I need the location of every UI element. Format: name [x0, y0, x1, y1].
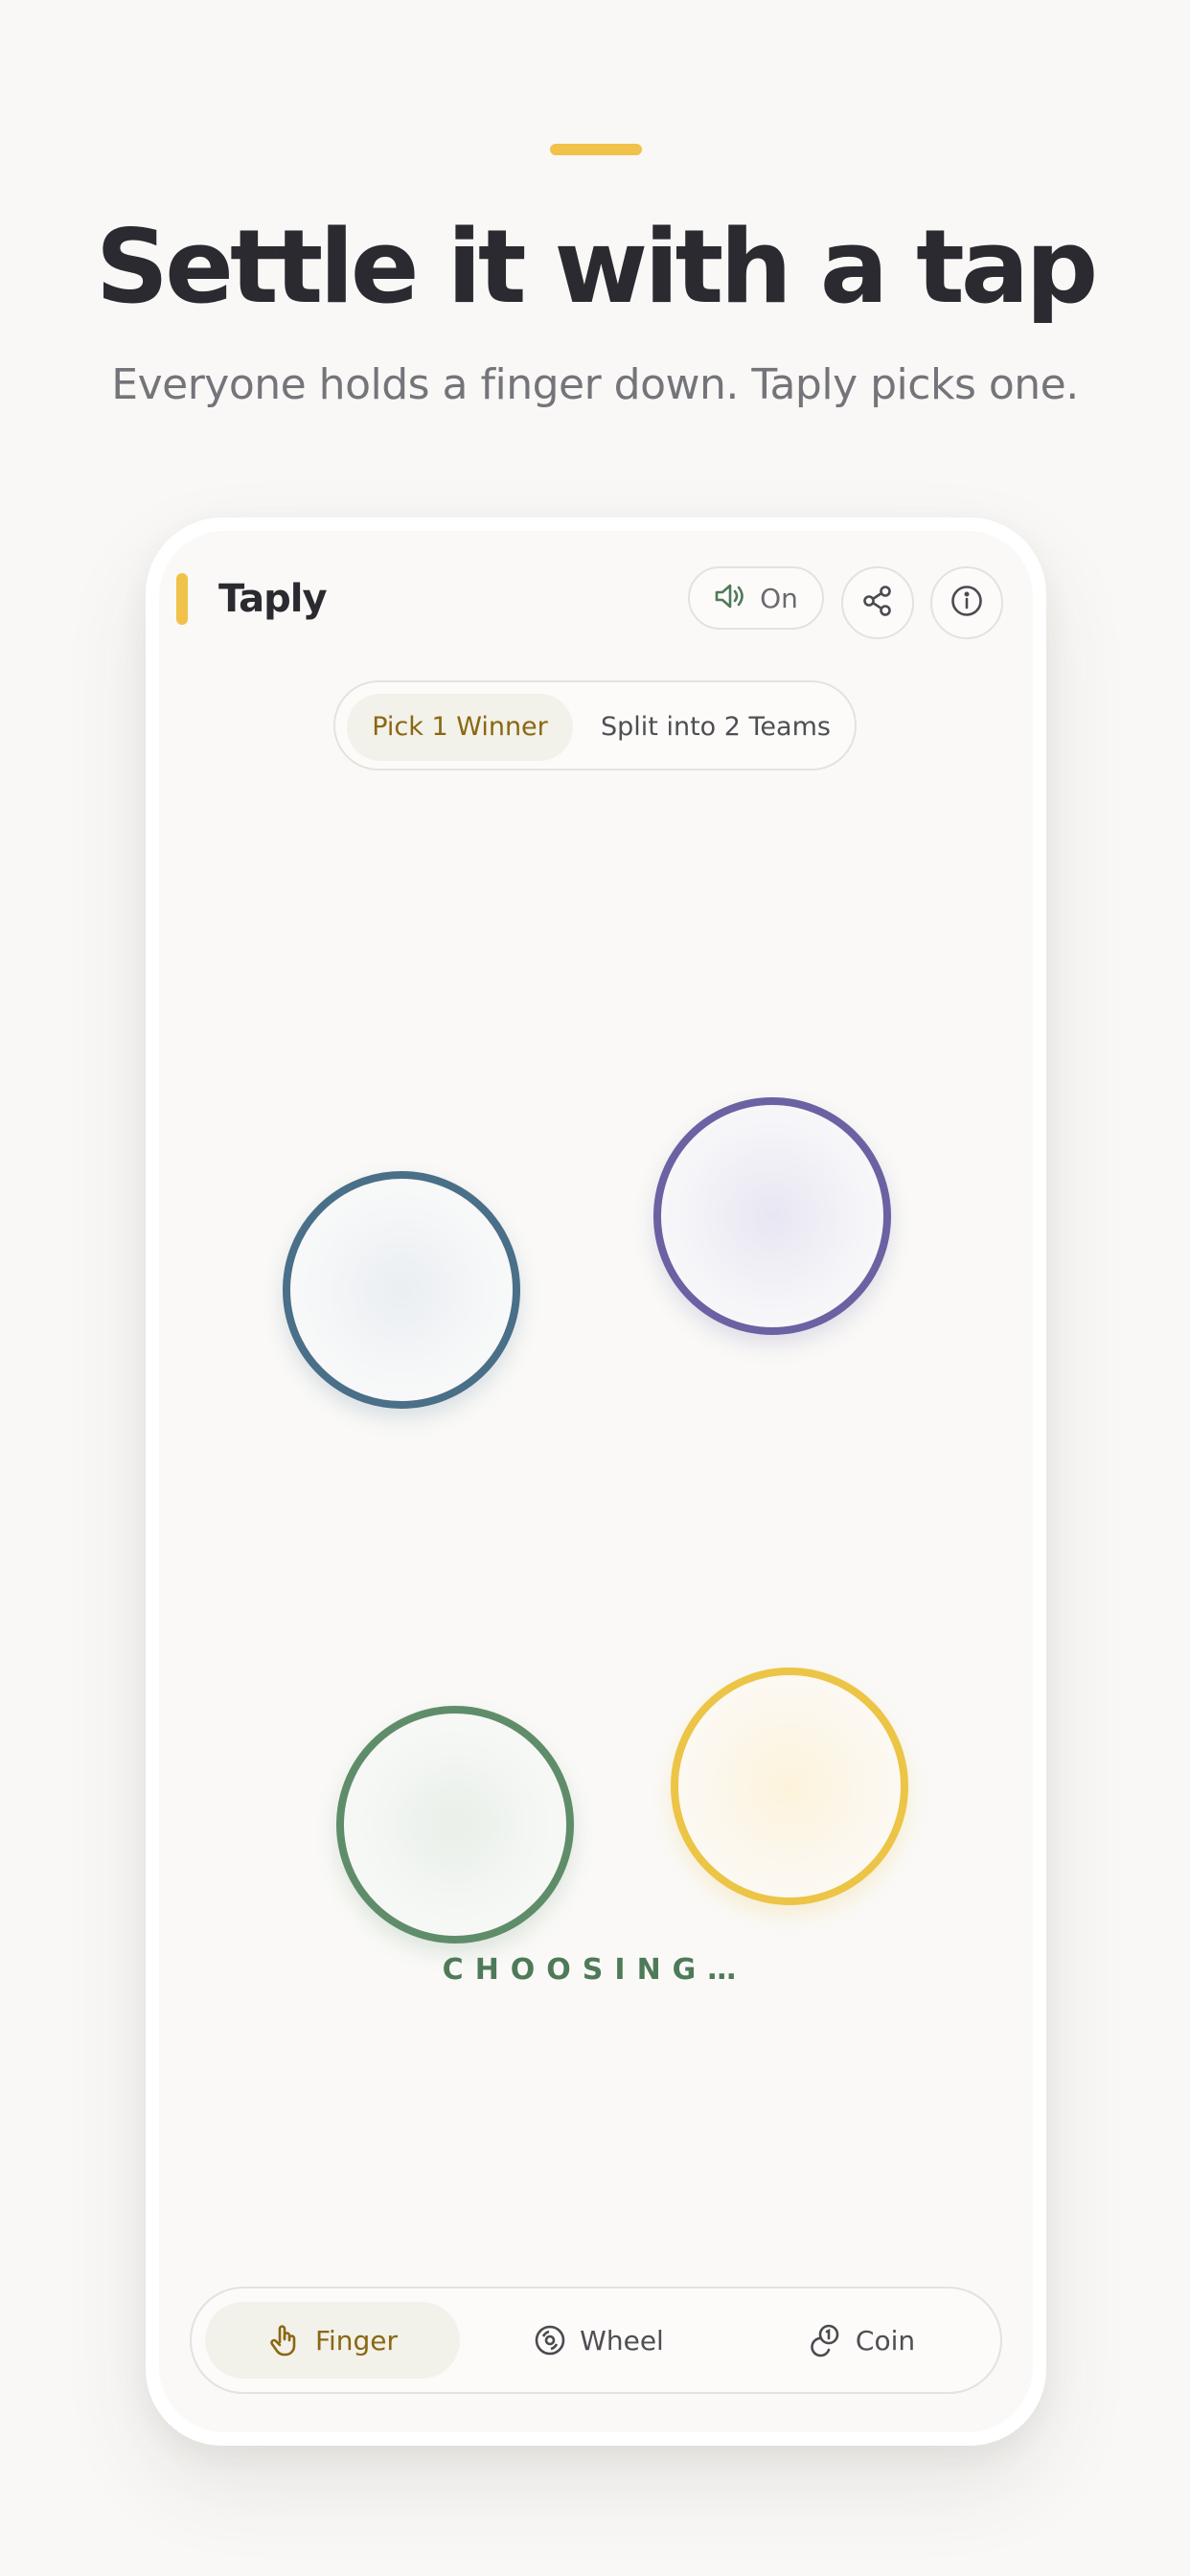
mode-pick-winner[interactable]: Pick 1 Winner — [347, 694, 573, 761]
choosing-status: CHOOSING… — [442, 1953, 748, 1987]
app-title: Taply — [218, 577, 328, 621]
mode-segmented-control: Pick 1 Winner Split into 2 Teams — [333, 680, 857, 770]
sound-toggle-button[interactable]: On — [688, 566, 824, 630]
info-button[interactable] — [930, 566, 1003, 639]
coin-icon — [808, 2323, 842, 2358]
wheel-icon — [534, 2324, 566, 2357]
touch-circle-green — [336, 1706, 574, 1944]
device-frame — [146, 518, 1046, 2446]
share-icon — [861, 585, 894, 621]
info-icon — [950, 584, 984, 622]
picker-tab-bar: Finger Wheel Coin — [190, 2287, 1002, 2394]
tab-coin-label: Coin — [855, 2324, 916, 2357]
app-screen — [159, 531, 1033, 2432]
hero-headline: Settle it with a tap — [95, 208, 1098, 326]
mode-split-teams[interactable]: Split into 2 Teams — [586, 694, 845, 761]
touch-circle-yellow — [671, 1668, 908, 1905]
tab-wheel-label: Wheel — [580, 2324, 664, 2357]
share-button[interactable] — [841, 566, 914, 639]
touch-circle-blue — [283, 1171, 520, 1409]
tab-coin[interactable]: Coin — [734, 2302, 989, 2379]
brand-accent-bar — [176, 573, 188, 625]
hand-icon — [267, 2323, 302, 2358]
accent-dash — [550, 144, 642, 155]
sound-label: On — [760, 582, 798, 614]
tab-finger-label: Finger — [314, 2324, 399, 2357]
speaker-icon — [714, 582, 746, 614]
page: Settle it with a tap Everyone holds a fi… — [0, 0, 1190, 2576]
touch-circle-purple — [653, 1097, 891, 1335]
tab-wheel[interactable]: Wheel — [479, 2302, 719, 2379]
hero-subhead: Everyone holds a finger down. Taply pick… — [111, 360, 1079, 409]
tab-finger[interactable]: Finger — [205, 2302, 460, 2379]
